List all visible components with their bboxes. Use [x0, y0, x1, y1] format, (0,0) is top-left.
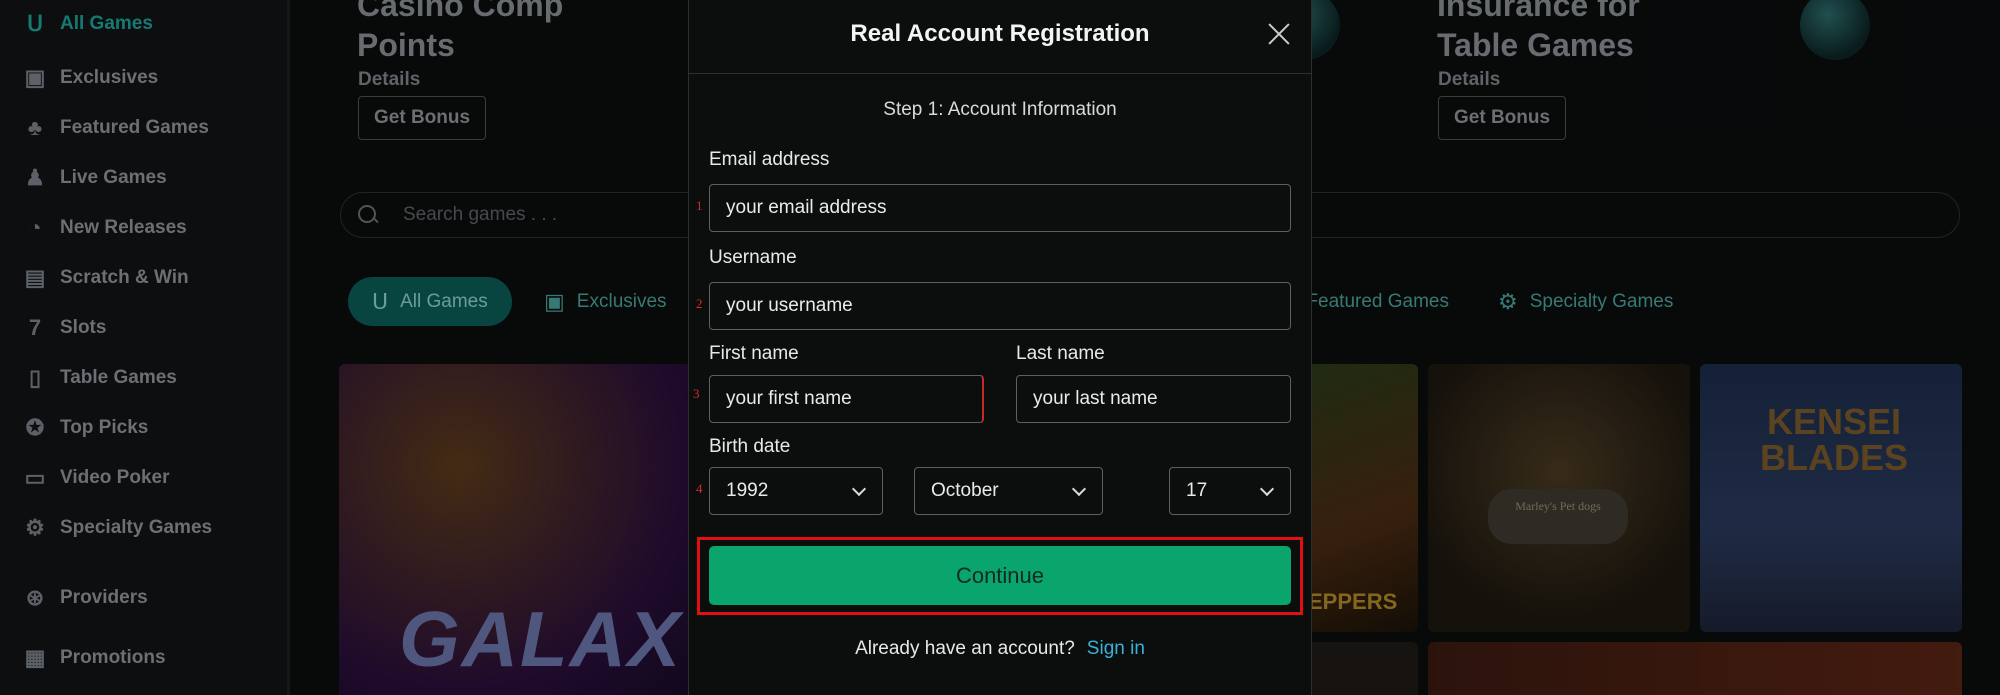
last-name-label: Last name [1016, 343, 1105, 364]
field-marker: 3 [693, 386, 700, 401]
email-label: Email address [709, 149, 830, 170]
birth-year-value: 1992 [726, 480, 769, 501]
modal-title: Real Account Registration [850, 20, 1150, 47]
first-name-field[interactable]: your first name [709, 375, 984, 423]
chevron-down-icon [1071, 481, 1087, 497]
chevron-down-icon [851, 481, 867, 497]
birth-day-select[interactable]: 17 [1169, 467, 1291, 515]
birth-day-value: 17 [1186, 480, 1208, 501]
field-marker: 4 [696, 481, 703, 496]
sign-in-link[interactable]: Sign in [1087, 638, 1145, 659]
username-field[interactable]: your username [709, 282, 1291, 330]
username-label: Username [709, 247, 797, 268]
chevron-down-icon [1259, 481, 1275, 497]
close-icon[interactable] [1265, 20, 1293, 48]
field-marker: 1 [696, 198, 703, 213]
continue-button[interactable]: Continue [709, 546, 1291, 605]
app-root: Ս All Games ▣ Exclusives ♣ Featured Games ♟… [0, 0, 2000, 695]
signin-row: Already have an account? Sign in [689, 638, 1311, 660]
signin-prompt: Already have an account? [855, 638, 1075, 659]
first-name-label: First name [709, 343, 799, 364]
birth-month-value: October [931, 480, 999, 501]
modal-header: Real Account Registration [689, 0, 1311, 74]
last-name-field[interactable]: your last name [1016, 375, 1291, 423]
step-indicator: Step 1: Account Information [883, 99, 1117, 120]
registration-modal: Real Account Registration Step 1: Accoun… [688, 0, 1312, 695]
birth-date-label: Birth date [709, 436, 791, 457]
birth-month-select[interactable]: October [914, 467, 1103, 515]
email-field[interactable]: your email address [709, 184, 1291, 232]
birth-year-select[interactable]: 1992 [709, 467, 883, 515]
field-marker: 2 [696, 296, 703, 311]
